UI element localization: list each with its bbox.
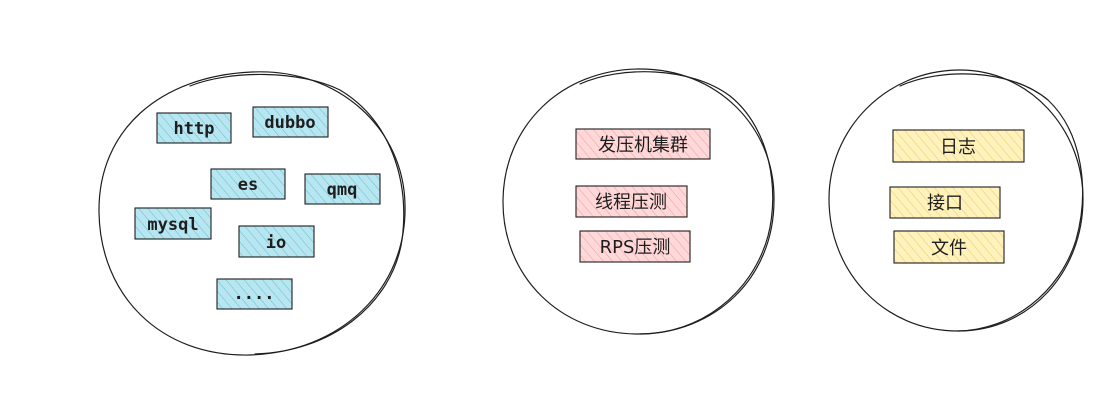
item-io: io	[238, 225, 315, 258]
item-es: es	[210, 168, 286, 200]
diagram-canvas: http dubbo es qmq mysql io .... 发压机集群 线程…	[98, 68, 1084, 356]
item-file-label: 文件	[931, 238, 967, 259]
item-dubbo: dubbo	[252, 106, 329, 138]
protocol-group: http dubbo es qmq mysql io ....	[98, 71, 406, 356]
item-rps-test-label: RPS压测	[600, 237, 671, 258]
item-mysql-label: mysql	[147, 215, 198, 235]
item-http-label: http	[174, 119, 215, 139]
item-log-label: 日志	[940, 137, 976, 158]
source-group: 日志 接口 文件	[828, 69, 1084, 332]
item-thread-test-label: 线程压测	[595, 192, 667, 213]
item-more-label: ....	[234, 284, 275, 304]
item-file: 文件	[893, 230, 1005, 264]
item-load-cluster-label: 发压机集群	[598, 135, 688, 156]
item-qmq: qmq	[304, 173, 381, 205]
item-load-cluster: 发压机集群	[575, 128, 711, 160]
load-group: 发压机集群 线程压测 RPS压测	[502, 68, 775, 335]
item-mysql: mysql	[134, 207, 212, 240]
item-log: 日志	[892, 129, 1025, 163]
item-qmq-label: qmq	[327, 180, 358, 200]
item-more: ....	[216, 278, 293, 310]
item-interface-label: 接口	[927, 193, 963, 214]
item-io-label: io	[266, 233, 286, 253]
item-http: http	[156, 112, 232, 144]
item-interface: 接口	[889, 186, 1001, 219]
item-dubbo-label: dubbo	[264, 113, 315, 133]
item-rps-test: RPS压测	[579, 230, 691, 263]
item-es-label: es	[238, 175, 258, 195]
item-thread-test: 线程压测	[575, 185, 688, 218]
